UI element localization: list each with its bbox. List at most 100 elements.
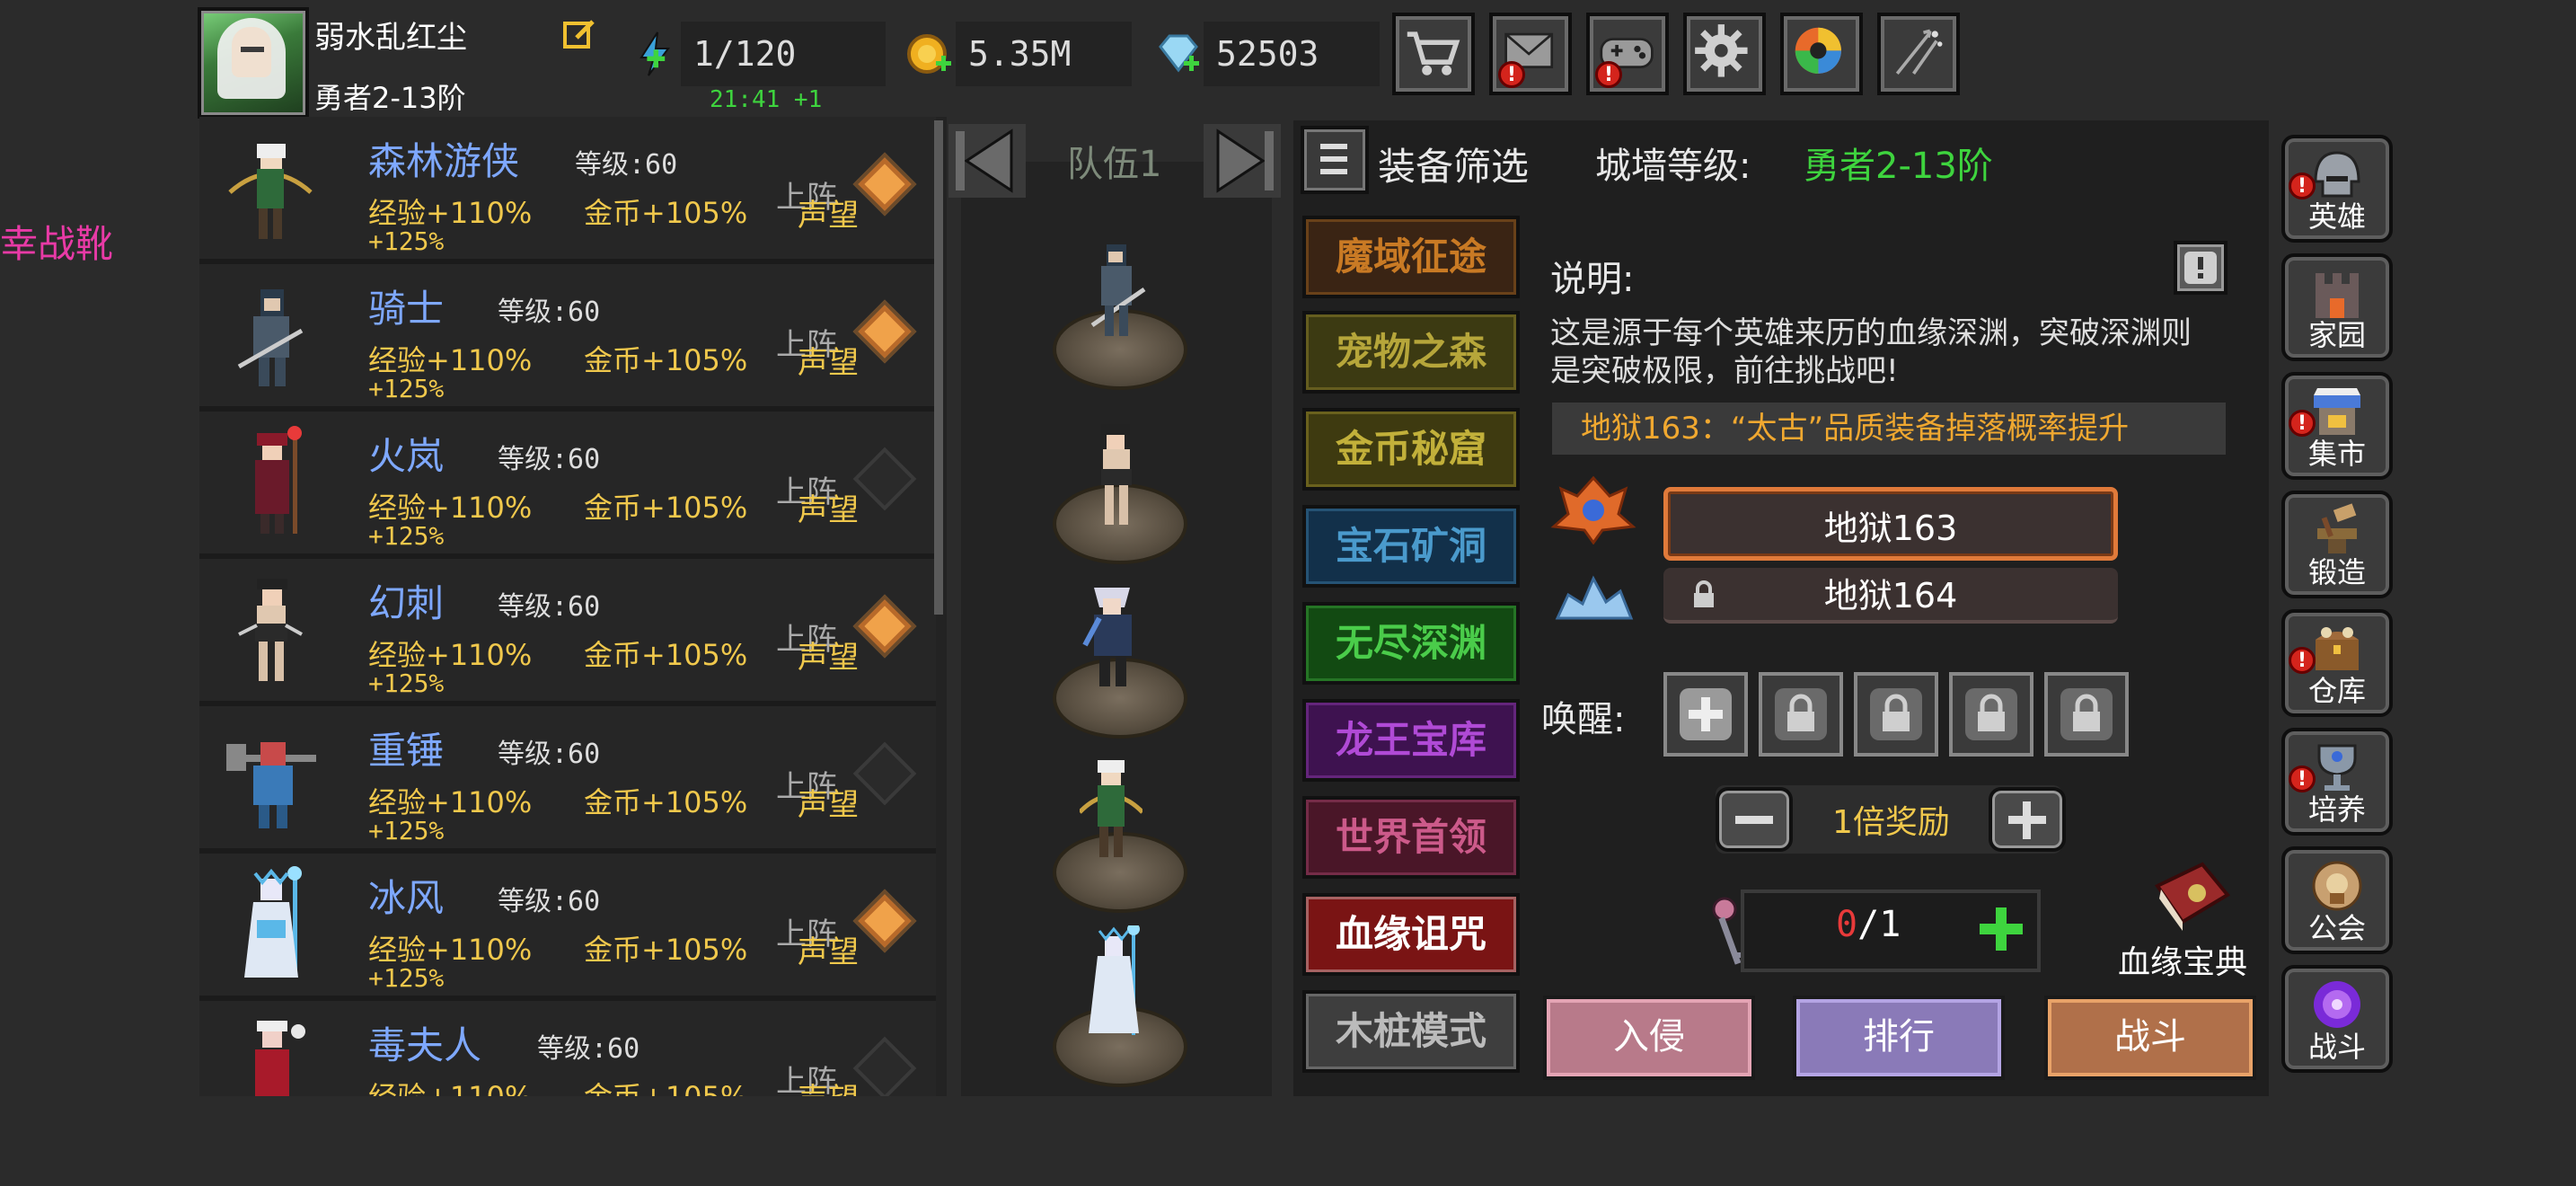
reward-increase-button[interactable] <box>1989 787 2066 852</box>
mode-tab-gem-mine[interactable]: 宝石矿洞 <box>1302 505 1520 588</box>
stage-hell-164[interactable]: 地狱164 <box>1663 568 2118 624</box>
padlock-icon <box>1870 688 1922 740</box>
mode-tab-gold-cave[interactable]: 金币秘窟 <box>1302 408 1520 491</box>
hero-deploy-gem-icon[interactable] <box>852 741 917 806</box>
gold-coin-icon <box>907 34 951 74</box>
hero-level: 等级:60 <box>537 1033 640 1065</box>
mode-tab-endless-abyss[interactable]: 无尽深渊 <box>1302 602 1520 685</box>
hero-extra-bonus: +125% <box>368 963 445 993</box>
awaken-add-slot[interactable] <box>1663 672 1748 757</box>
gamepad-button[interactable]: ! <box>1586 13 1669 95</box>
hero-extra-bonus: +125% <box>368 521 445 551</box>
player-avatar[interactable] <box>198 7 309 119</box>
hero-deploy-gem-icon[interactable] <box>852 152 917 217</box>
add-attempt-icon[interactable] <box>1976 904 2026 954</box>
nav-label: 战斗 <box>2307 1030 2366 1064</box>
aperture-icon <box>1795 27 1841 74</box>
lightning-icon <box>640 31 670 76</box>
awaken-label: 唤醒: <box>1541 699 1626 740</box>
mode-tab-demon-realm[interactable]: 魔域征途 <box>1302 216 1520 298</box>
shop-button[interactable] <box>1392 13 1475 95</box>
hero-gold-bonus: 金币+105% <box>584 196 748 230</box>
awaken-locked-slot[interactable] <box>1854 672 1938 757</box>
nav-battle[interactable]: 战斗 <box>2281 965 2393 1073</box>
poison-lady-portrait <box>255 1021 305 1096</box>
ranking-button[interactable]: 排行 <box>1793 996 2005 1080</box>
gamepad-alert-icon: ! <box>1595 61 1622 88</box>
team-prev-icon[interactable] <box>948 124 1026 198</box>
hero-deploy-gem-icon[interactable] <box>852 299 917 364</box>
mail-button[interactable]: ! <box>1489 13 1572 95</box>
hero-row[interactable]: 火岚 等级:60 经验+110% 金币+105% +125% 上阵 声望 <box>199 412 936 559</box>
heavy-hammer-portrait <box>226 742 316 828</box>
mode-tab-dragon-treasury[interactable]: 龙王宝库 <box>1302 699 1520 782</box>
attempts-max: 1 <box>1879 904 1901 945</box>
bloodline-codex-icon[interactable] <box>2148 859 2235 940</box>
stage-hell-163[interactable]: 地狱163 <box>1663 487 2118 561</box>
team-next-icon[interactable] <box>1204 124 1281 198</box>
hero-deploy-gem-icon[interactable] <box>852 1036 917 1096</box>
hero-gold-bonus: 金币+105% <box>584 491 748 525</box>
mode-tab-label: 世界首领 <box>1335 815 1486 859</box>
camera-aperture-button[interactable] <box>1780 13 1863 95</box>
team-knight-sprite <box>1090 244 1146 336</box>
hero-row[interactable]: 森林游侠 等级:60 经验+110% 金币+105% +125% 上阵 声望 <box>199 117 936 264</box>
battle-start-button[interactable]: 战斗 <box>2044 996 2256 1080</box>
nav-forge[interactable]: 锻造 <box>2281 491 2393 598</box>
hero-row[interactable]: 重锤 等级:60 经验+110% 金币+105% +125% 上阵 声望 <box>199 706 936 854</box>
team-ranger-sprite <box>1080 760 1142 857</box>
hero-deploy-gem-icon[interactable] <box>852 447 917 511</box>
nav-label: 英雄 <box>2307 199 2366 234</box>
description-title: 说明: <box>1550 259 1635 300</box>
invade-button-label: 入侵 <box>1613 1016 1685 1058</box>
nav-guild[interactable]: 公会 <box>2281 846 2393 954</box>
menu-list-icon <box>1320 144 1347 174</box>
equipment-filter-button[interactable] <box>1301 126 1369 194</box>
awaken-locked-slot[interactable] <box>1949 672 2033 757</box>
hero-list-scrollbar[interactable] <box>934 120 943 615</box>
info-button[interactable] <box>2174 241 2228 295</box>
edit-name-icon[interactable] <box>562 16 598 52</box>
settings-button[interactable] <box>1683 13 1766 95</box>
nav-label: 仓库 <box>2307 674 2366 708</box>
hero-name: 毒夫人 <box>368 1023 482 1067</box>
invade-button[interactable]: 入侵 <box>1543 996 1755 1080</box>
ranking-button-label: 排行 <box>1863 1016 1935 1058</box>
hero-deploy-gem-icon[interactable] <box>852 594 917 659</box>
hero-name: 森林游侠 <box>368 139 520 183</box>
hero-gold-bonus: 金币+105% <box>584 638 748 672</box>
hero-list[interactable]: 森林游侠 等级:60 经验+110% 金币+105% +125% 上阵 声望 骑… <box>199 117 947 1096</box>
stage-label: 地狱164 <box>1823 576 1958 615</box>
hero-row[interactable]: 毒夫人 等级:60 经验+110% 金币+105% 上阵 声望 <box>199 1001 936 1096</box>
mode-tab-blood-curse[interactable]: 血缘诅咒 <box>1302 893 1520 976</box>
plus-icon <box>1680 688 1732 740</box>
nav-label: 培养 <box>2307 792 2366 827</box>
awaken-locked-slot[interactable] <box>1759 672 1843 757</box>
mode-tab-training-dummy[interactable]: 木桩模式 <box>1302 990 1520 1073</box>
mode-tab-world-boss[interactable]: 世界首领 <box>1302 796 1520 879</box>
mode-tab-label: 木桩模式 <box>1335 1009 1486 1053</box>
nav-cultivate[interactable]: ! 培养 <box>2281 728 2393 836</box>
fireworks-button[interactable] <box>1877 13 1960 95</box>
padlock-icon <box>1965 688 2017 740</box>
equipment-filter-label[interactable]: 装备筛选 <box>1378 137 1529 191</box>
nav-home[interactable]: 家园 <box>2281 253 2393 361</box>
hero-row[interactable]: 骑士 等级:60 经验+110% 金币+105% +125% 上阵 声望 <box>199 264 936 412</box>
mode-tab-pet-forest[interactable]: 宠物之森 <box>1302 311 1520 394</box>
hero-name: 骑士 <box>368 287 445 331</box>
mode-tab-label: 龙王宝库 <box>1335 718 1486 762</box>
bloodline-codex-label[interactable]: 血缘宝典 <box>2118 936 2247 983</box>
hero-level: 等级:60 <box>498 739 601 770</box>
hero-deploy-gem-icon[interactable] <box>852 889 917 953</box>
reward-decrease-button[interactable] <box>1716 787 1793 852</box>
nav-warehouse[interactable]: ! 仓库 <box>2281 609 2393 717</box>
nav-market[interactable]: ! 集市 <box>2281 372 2393 480</box>
hero-name: 幻刺 <box>368 581 445 625</box>
hero-row[interactable]: 冰风 等级:60 经验+110% 金币+105% +125% 上阵 声望 <box>199 854 936 1001</box>
awaken-locked-slot[interactable] <box>2044 672 2129 757</box>
hero-row[interactable]: 幻刺 等级:60 经验+110% 金币+105% +125% 上阵 声望 <box>199 559 936 706</box>
nav-label: 锻造 <box>2307 555 2366 589</box>
diamond-icon <box>1159 34 1199 73</box>
hero-gold-bonus: 金币+105% <box>584 1075 747 1096</box>
nav-hero[interactable]: ! 英雄 <box>2281 135 2393 243</box>
